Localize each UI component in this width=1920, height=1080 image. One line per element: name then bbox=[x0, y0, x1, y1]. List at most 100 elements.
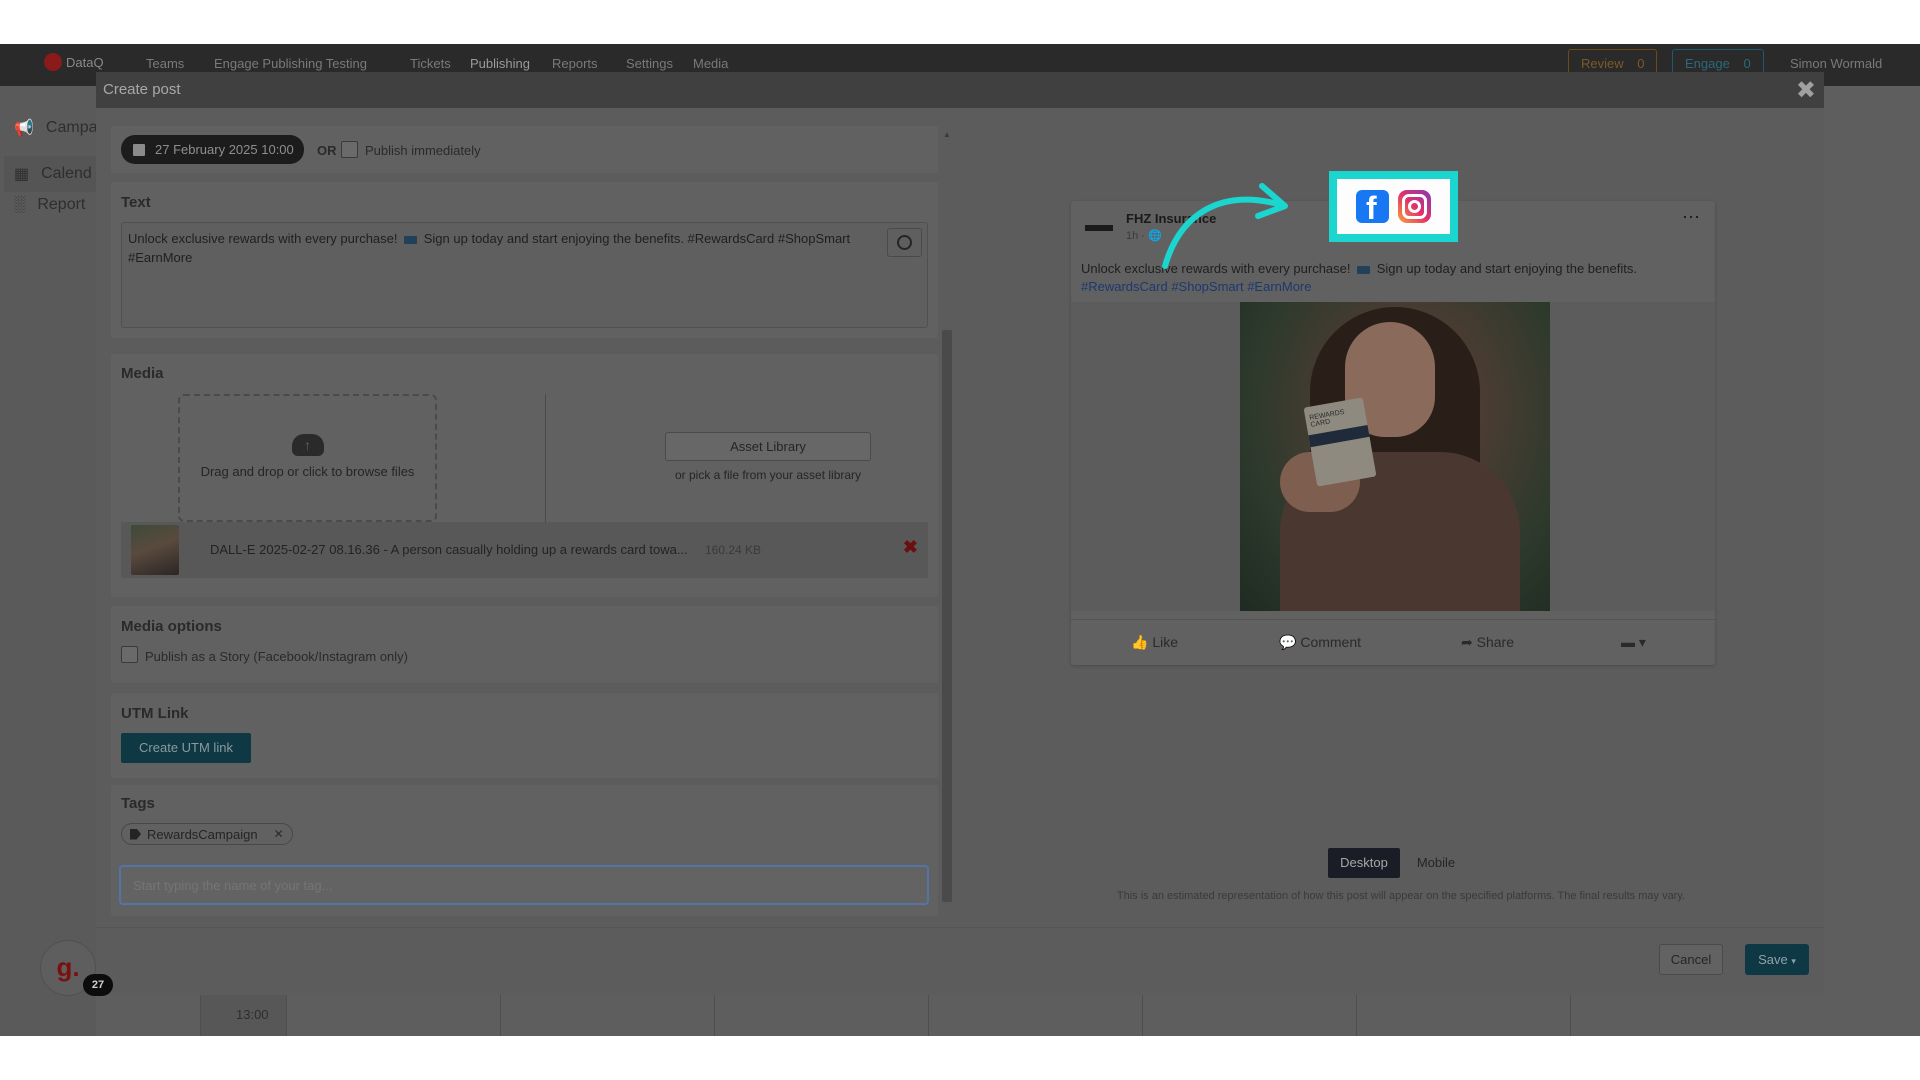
utm-heading: UTM Link bbox=[121, 705, 189, 722]
save-label: Save bbox=[1758, 952, 1788, 967]
account-switch-dropdown[interactable]: ▬ ▾ bbox=[1621, 634, 1646, 651]
form-scrollbar[interactable]: ▲ ▼ bbox=[942, 130, 952, 950]
story-checkbox-label: Publish as a Story (Facebook/Instagram o… bbox=[145, 649, 409, 664]
media-options-heading: Media options bbox=[121, 618, 222, 635]
asset-library-hint: or pick a file from your asset library bbox=[674, 468, 862, 482]
nav-item-engage-publishing-testing[interactable]: Engage Publishing Testing bbox=[214, 56, 367, 71]
modal-footer: Cancel Save ▾ bbox=[96, 927, 1824, 995]
review-count: 0 bbox=[1637, 56, 1645, 71]
remove-tag-icon[interactable]: ✕ bbox=[274, 827, 284, 841]
calendar-cell[interactable] bbox=[928, 995, 1142, 1036]
file-thumbnail bbox=[131, 525, 179, 575]
instagram-icon[interactable] bbox=[1398, 190, 1431, 223]
post-text-area[interactable]: Unlock exclusive rewards with every purc… bbox=[121, 222, 928, 328]
engage-label: Engage bbox=[1685, 56, 1730, 71]
file-size: 160.24 KB bbox=[705, 543, 762, 557]
divider bbox=[545, 394, 546, 522]
time-cell: 13:00 bbox=[200, 995, 286, 1036]
post-text-line: #EarnMore bbox=[128, 250, 193, 265]
card-stripe bbox=[1308, 424, 1370, 448]
tag-input[interactable] bbox=[119, 865, 929, 905]
cancel-button[interactable]: Cancel bbox=[1659, 944, 1723, 975]
schedule-date-button[interactable]: 27 February 2025 10:00 bbox=[121, 135, 304, 164]
app-logo[interactable]: DataQ bbox=[44, 53, 104, 71]
annotation-arrow-path bbox=[1162, 196, 1281, 269]
nav-item-reports[interactable]: Reports bbox=[552, 56, 598, 71]
create-post-modal: Create post ✖ 27 February 2025 10:00 OR … bbox=[96, 72, 1824, 995]
file-name: DALL-E 2025-02-27 08.16.36 - A person ca… bbox=[210, 542, 688, 557]
utm-panel: UTM Link Create UTM link bbox=[111, 693, 938, 778]
desktop-toggle[interactable]: Desktop bbox=[1328, 848, 1400, 878]
nav-item-publishing[interactable]: Publishing bbox=[470, 56, 530, 71]
sidebar-item-campaigns[interactable]: 📢 Campa bbox=[14, 118, 98, 138]
share-action[interactable]: ➦ Share bbox=[1461, 634, 1514, 651]
calendar-cell[interactable] bbox=[1356, 995, 1570, 1036]
calendar-cell[interactable] bbox=[1142, 995, 1356, 1036]
tags-heading: Tags bbox=[121, 795, 155, 812]
post-text-segment: Sign up today and start enjoying the ben… bbox=[423, 231, 851, 246]
card-label: REWARDS CARD bbox=[1308, 408, 1346, 429]
modal-header: Create post ✖ bbox=[96, 72, 1824, 108]
comment-action[interactable]: 💬 Comment bbox=[1279, 634, 1361, 651]
post-photo: REWARDS CARD bbox=[1240, 302, 1550, 611]
post-text-segment: Unlock exclusive rewards with every purc… bbox=[128, 231, 398, 246]
nav-item-settings[interactable]: Settings bbox=[626, 56, 673, 71]
calendar-cell[interactable] bbox=[1570, 995, 1784, 1036]
facebook-icon[interactable]: f bbox=[1356, 190, 1389, 225]
uploaded-file-row: DALL-E 2025-02-27 08.16.36 - A person ca… bbox=[121, 522, 928, 578]
text-heading: Text bbox=[121, 194, 151, 211]
dropzone-text: Drag and drop or click to browse files bbox=[200, 464, 415, 479]
or-label: OR bbox=[317, 143, 337, 158]
mobile-toggle[interactable]: Mobile bbox=[1400, 848, 1472, 878]
close-icon[interactable]: ✖ bbox=[1796, 76, 1816, 105]
text-panel: Text Unlock exclusive rewards with every… bbox=[111, 182, 938, 338]
nav-item-teams[interactable]: Teams bbox=[146, 56, 184, 71]
review-label: Review bbox=[1581, 56, 1624, 71]
modal-title: Create post bbox=[103, 81, 181, 98]
emoji-picker-button[interactable] bbox=[887, 228, 922, 257]
file-dropzone[interactable]: ↑ Drag and drop or click to browse files bbox=[178, 394, 437, 522]
publish-immediately-label: Publish immediately bbox=[365, 143, 481, 158]
page-avatar bbox=[1085, 225, 1113, 231]
logo-text: DataQ bbox=[66, 54, 104, 70]
nav-item-tickets[interactable]: Tickets bbox=[410, 56, 451, 71]
remove-file-icon[interactable]: ✖ bbox=[903, 537, 918, 558]
preview-disclaimer: This is an estimated representation of h… bbox=[1116, 890, 1686, 902]
time-label: 13:00 bbox=[236, 1007, 269, 1022]
platform-highlight-box: f bbox=[1329, 171, 1458, 242]
calendar-icon: ▦ bbox=[14, 166, 30, 183]
like-action[interactable]: 👍 Like bbox=[1131, 634, 1178, 651]
calendar-icon bbox=[133, 143, 145, 156]
story-checkbox[interactable] bbox=[121, 646, 138, 663]
publish-immediately-checkbox[interactable] bbox=[341, 141, 358, 158]
sidebar-item-reports[interactable]: ░ Report bbox=[14, 196, 85, 214]
schedule-date: 27 February 2025 10:00 bbox=[155, 142, 294, 157]
credit-card-emoji-icon bbox=[404, 235, 418, 244]
media-heading: Media bbox=[121, 365, 164, 382]
help-notification-badge: 27 bbox=[83, 974, 113, 996]
calendar-cell[interactable] bbox=[286, 995, 500, 1036]
asset-library-button[interactable]: Asset Library bbox=[665, 432, 871, 461]
megaphone-icon: 📢 bbox=[14, 120, 34, 137]
scroll-thumb[interactable] bbox=[942, 330, 952, 902]
credit-card-emoji-icon bbox=[1357, 265, 1371, 274]
sidebar-item-label: Calend bbox=[41, 165, 92, 182]
sidebar-item-calendar[interactable]: ▦ Calend bbox=[4, 156, 96, 192]
media-options-panel: Media options Publish as a Story (Facebo… bbox=[111, 606, 938, 683]
scroll-up-icon[interactable]: ▲ bbox=[942, 130, 952, 139]
post-text-line: Unlock exclusive rewards with every purc… bbox=[128, 229, 921, 248]
save-button[interactable]: Save ▾ bbox=[1745, 944, 1809, 975]
media-panel: Media ↑ Drag and drop or click to browse… bbox=[111, 354, 938, 597]
calendar-cell[interactable] bbox=[500, 995, 714, 1036]
user-menu[interactable]: Simon Wormald bbox=[1790, 56, 1882, 71]
share-label: Share bbox=[1476, 634, 1514, 650]
preview-image-area: REWARDS CARD bbox=[1071, 302, 1715, 611]
tags-panel: Tags RewardsCampaign ✕ bbox=[111, 785, 938, 916]
comment-label: Comment bbox=[1300, 634, 1362, 650]
create-utm-link-button[interactable]: Create UTM link bbox=[121, 733, 251, 763]
preview-text-segment: Sign up today and start enjoying the ben… bbox=[1376, 261, 1637, 276]
calendar-cell[interactable] bbox=[714, 995, 928, 1036]
sidebar-item-label: Campa bbox=[45, 119, 98, 136]
nav-item-media[interactable]: Media bbox=[693, 56, 728, 71]
more-options-icon[interactable]: ⋯ bbox=[1682, 207, 1701, 228]
